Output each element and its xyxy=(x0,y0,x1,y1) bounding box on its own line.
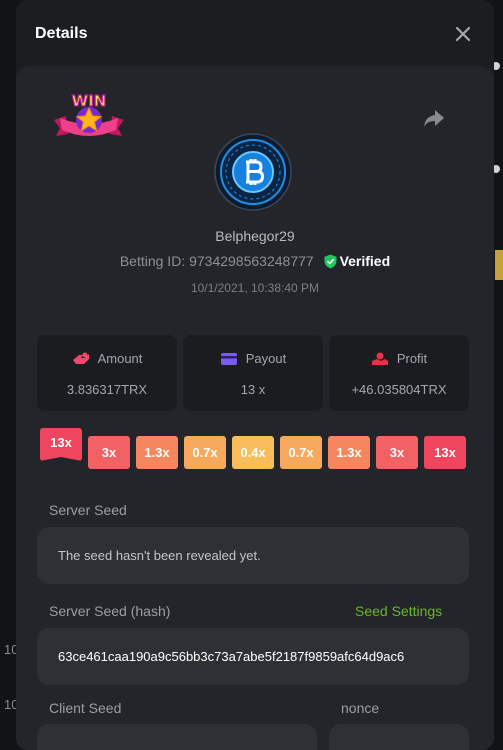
amount-stat: Amount 3.836317TRX xyxy=(37,335,177,411)
multiplier-chip: 1.3x xyxy=(136,436,178,469)
profit-label: Profit xyxy=(396,351,428,366)
details-modal: Details WIN Belphegor29 Betting ID: 9734… xyxy=(16,0,494,750)
multiplier-chip: 0.7x xyxy=(280,436,322,469)
multiplier-chip: 3x xyxy=(88,436,130,469)
share-button[interactable] xyxy=(422,106,446,130)
bitcoin-coin-icon xyxy=(214,133,292,211)
betting-id-label: Betting ID: xyxy=(119,253,186,269)
payout-stat: Payout 13 x xyxy=(183,335,323,411)
amount-value: 3.836317TRX xyxy=(66,382,148,397)
close-icon xyxy=(455,26,471,42)
client-seed-field[interactable] xyxy=(37,724,317,750)
profit-value: +46.035804TRX xyxy=(351,382,447,397)
shield-check-icon xyxy=(324,254,337,269)
server-seed-label: Server Seed xyxy=(49,502,127,518)
background-accent xyxy=(495,250,503,280)
multiplier-chip: 3x xyxy=(376,436,418,469)
amount-label: Amount xyxy=(97,351,143,366)
client-seed-label: Client Seed xyxy=(49,700,122,716)
amount-icon xyxy=(72,352,89,364)
betting-id-row: Betting ID: 9734298563248777 Verified xyxy=(16,253,494,269)
multiplier-chip: 0.4x xyxy=(232,436,274,469)
username: Belphegor29 xyxy=(215,228,295,244)
verified-label: Verified xyxy=(339,253,391,269)
payout-value: 13 x xyxy=(240,382,266,397)
profit-icon xyxy=(371,352,388,365)
profit-stat: Profit +46.035804TRX xyxy=(329,335,469,411)
multiplier-chip: 1.3x xyxy=(328,436,370,469)
nonce-label: nonce xyxy=(341,700,380,716)
multiplier-chip: 13x xyxy=(40,428,82,461)
modal-header: Details xyxy=(16,0,494,66)
server-seed-hash-label: Server Seed (hash) xyxy=(49,603,171,619)
bet-datetime: 10/1/2021, 10:38:40 PM xyxy=(190,281,320,295)
nonce-field[interactable] xyxy=(329,724,469,750)
card-icon xyxy=(220,353,237,365)
share-icon xyxy=(424,110,444,127)
badge-text: WIN xyxy=(72,92,107,110)
win-badge-icon: WIN xyxy=(54,91,124,136)
server-seed-field: The seed hasn't been revealed yet. xyxy=(37,527,469,584)
bet-details-card: WIN Belphegor29 Betting ID: 973429856324… xyxy=(16,66,494,750)
payout-label: Payout xyxy=(245,351,287,366)
close-button[interactable] xyxy=(453,24,473,44)
modal-title: Details xyxy=(35,25,88,42)
betting-id-value: 9734298563248777 xyxy=(189,253,314,269)
server-seed-hash-field[interactable]: 63ce461caa190a9c56bb3c73a7abe5f2187f9859… xyxy=(37,628,469,685)
multiplier-chip: 13x xyxy=(424,436,466,469)
multiplier-chip: 0.7x xyxy=(184,436,226,469)
seed-settings-link[interactable]: Seed Settings xyxy=(355,603,442,619)
